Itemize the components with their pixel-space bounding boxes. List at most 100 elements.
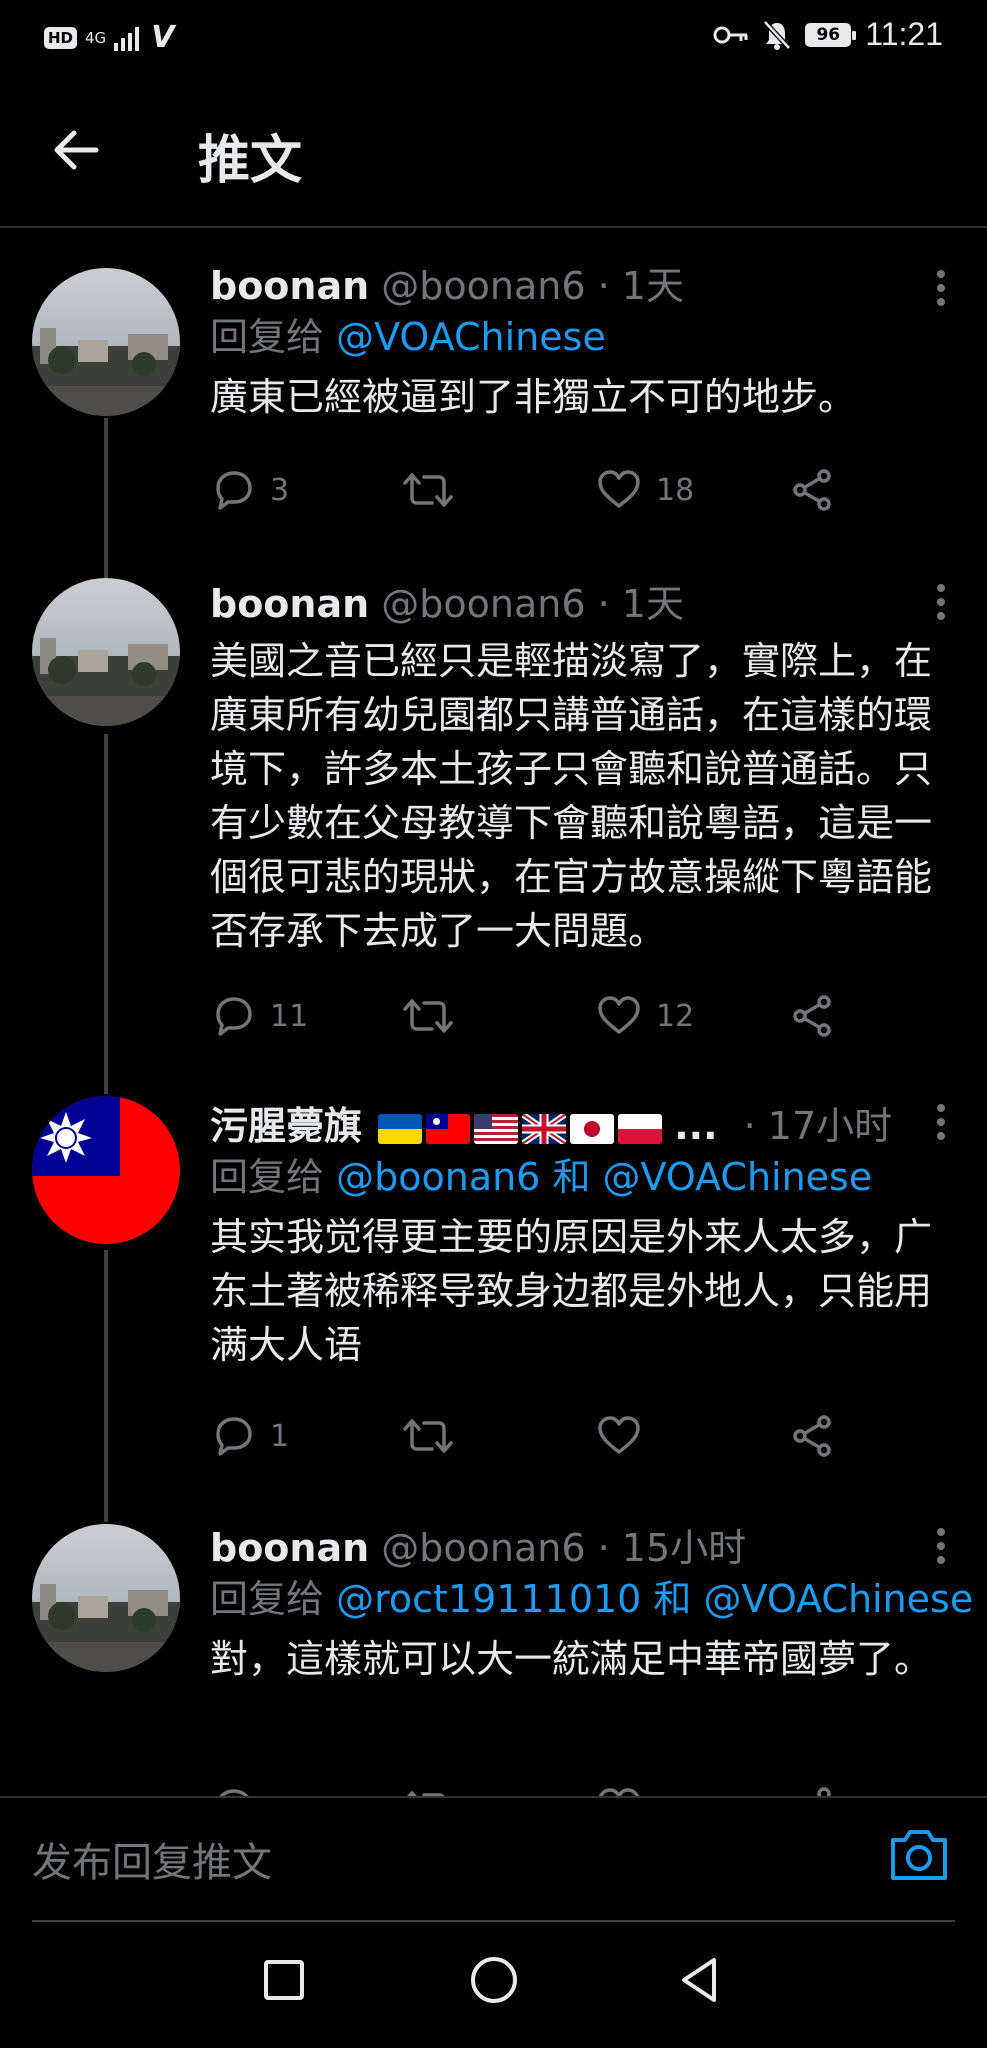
avatar[interactable] (32, 1096, 180, 1244)
tweet-1[interactable]: boonan @boonan6 · 1天 回复给 @VOAChinese 廣東已… (0, 240, 987, 570)
reply-count: 11 (270, 998, 309, 1034)
tweet-header: boonan @boonan6 · 15小时 (210, 1524, 950, 1572)
japan-flag-icon (570, 1113, 615, 1144)
avatar[interactable] (32, 1524, 180, 1672)
retweet-button[interactable] (402, 988, 468, 1044)
reply-button[interactable]: 3 (210, 462, 289, 518)
user-handle[interactable]: @boonan6 (381, 1526, 585, 1570)
reply-to-link[interactable]: @boonan6 和 @VOAChinese (336, 1155, 872, 1199)
retweet-button[interactable] (402, 462, 468, 518)
like-button[interactable]: 18 (596, 462, 694, 518)
like-button[interactable] (596, 1408, 656, 1464)
tweet-actions: 1 (210, 1408, 850, 1464)
timestamp: 15小时 (621, 1526, 747, 1570)
retweet-icon (403, 1419, 453, 1453)
retweet-button[interactable] (402, 1408, 468, 1464)
user-handle[interactable]: @boonan6 (381, 264, 585, 308)
flag-emojis (378, 1113, 663, 1144)
tweet-text: 廣東已經被逼到了非獨立不可的地步。 (210, 375, 857, 419)
clock: 11:21 (865, 16, 943, 52)
reply-context: 回复给 @roct19111010 和 @VOAChinese (210, 1572, 973, 1626)
camera-icon[interactable] (887, 1824, 951, 1884)
display-name[interactable]: boonan (210, 1526, 369, 1570)
reply-to-link[interactable]: @VOAChinese (336, 315, 606, 359)
page-title: 推文 (198, 131, 303, 191)
display-name[interactable]: 污腥薨旗 (210, 1104, 362, 1148)
more-vertical-icon[interactable] (937, 1104, 947, 1146)
more-vertical-icon[interactable] (937, 584, 947, 626)
timestamp: 17小时 (767, 1104, 893, 1148)
share-icon (793, 995, 831, 1037)
share-button[interactable] (790, 1780, 836, 1796)
separator-dot: · (597, 1526, 610, 1570)
reply-button[interactable] (210, 1780, 256, 1796)
reply-button[interactable]: 1 (210, 1408, 289, 1464)
reply-count: 3 (270, 472, 290, 508)
tweet-3[interactable]: 污腥薨旗 ... · 17小时 回复给 @boonan6 和 @VOAChine… (0, 1090, 987, 1510)
tweet-actions: 3 18 (210, 462, 850, 518)
triangle-back-icon[interactable] (672, 1950, 732, 2010)
reply-prefix: 回复给 (210, 1577, 325, 1621)
square-icon[interactable] (254, 1950, 314, 2010)
like-button[interactable] (596, 1780, 642, 1796)
comment-icon (216, 471, 252, 510)
circle-icon[interactable] (464, 1950, 524, 2010)
thread-line (104, 1250, 108, 1510)
ukraine-flag-icon (378, 1113, 423, 1144)
share-button[interactable] (790, 462, 836, 518)
thread-line (104, 570, 108, 578)
share-button[interactable] (790, 988, 836, 1044)
taiwan-flag-icon (426, 1113, 471, 1144)
network-type: 4G (85, 28, 107, 47)
share-icon (793, 1415, 831, 1457)
status-bar: HD 4G V 96 11:21 (0, 0, 987, 74)
share-icon (793, 469, 831, 511)
hd-badge: HD (44, 26, 78, 49)
carrier-logo-icon: V (151, 20, 175, 55)
tweet-actions (210, 1780, 850, 1796)
heart-icon (598, 470, 640, 508)
tweet-text: 美國之音已經只是輕描淡寫了，實際上，在廣東所有幼兒園都只講普通話，在這樣的環境下… (210, 639, 933, 953)
status-right: 96 11:21 (713, 16, 943, 53)
usa-flag-icon (474, 1113, 519, 1144)
like-count: 12 (656, 998, 695, 1034)
retweet-button[interactable] (402, 1780, 454, 1796)
thread-line (104, 418, 108, 570)
system-nav-bar (0, 1920, 987, 2048)
reply-context: 回复给 @VOAChinese (210, 310, 950, 364)
more-vertical-icon[interactable] (937, 270, 947, 312)
tweet-header: boonan @boonan6 · 1天 (210, 262, 950, 310)
retweet-icon (403, 999, 453, 1033)
name-ellipsis: ... (674, 1104, 718, 1148)
display-name[interactable]: boonan (210, 582, 369, 626)
reply-button[interactable]: 11 (210, 988, 308, 1044)
comment-icon (216, 1417, 252, 1456)
tweet-text: 其实我觉得更主要的原因是外来人太多，广东土著被稀释导致身边都是外地人，只能用满大… (210, 1215, 933, 1367)
tweet-header: 污腥薨旗 ... · 17小时 (210, 1102, 950, 1150)
separator-dot: · (597, 264, 610, 308)
heart-icon (598, 1416, 640, 1454)
share-button[interactable] (790, 1408, 836, 1464)
reply-to-link[interactable]: @roct19111010 和 @VOAChinese (336, 1577, 973, 1621)
comment-icon (219, 1789, 249, 1796)
retweet-icon (407, 1791, 445, 1796)
reply-input[interactable]: 发布回复推文 (32, 1830, 272, 1888)
avatar[interactable] (32, 578, 180, 726)
uk-flag-icon (522, 1113, 567, 1144)
tweet-2[interactable]: boonan @boonan6 · 1天 美國之音已經只是輕描淡寫了，實際上，在… (0, 570, 987, 1090)
like-count: 18 (656, 472, 695, 508)
more-vertical-icon[interactable] (937, 1528, 947, 1570)
reply-prefix: 回复给 (210, 1155, 325, 1199)
reply-prefix: 回复给 (210, 315, 325, 359)
tweet-4[interactable]: boonan @boonan6 · 15小时 回复给 @roct19111010… (0, 1510, 987, 1796)
display-name[interactable]: boonan (210, 264, 369, 308)
heart-icon (598, 996, 640, 1034)
share-icon (817, 1787, 831, 1796)
user-handle[interactable]: @boonan6 (381, 582, 585, 626)
retweet-icon (403, 473, 453, 507)
tweet-text: 對，這樣就可以大一統滿足中華帝國夢了。 (210, 1637, 933, 1681)
arrow-left-icon[interactable] (48, 122, 104, 178)
like-button[interactable]: 12 (596, 988, 694, 1044)
comment-icon (216, 997, 252, 1036)
avatar[interactable] (32, 268, 180, 416)
